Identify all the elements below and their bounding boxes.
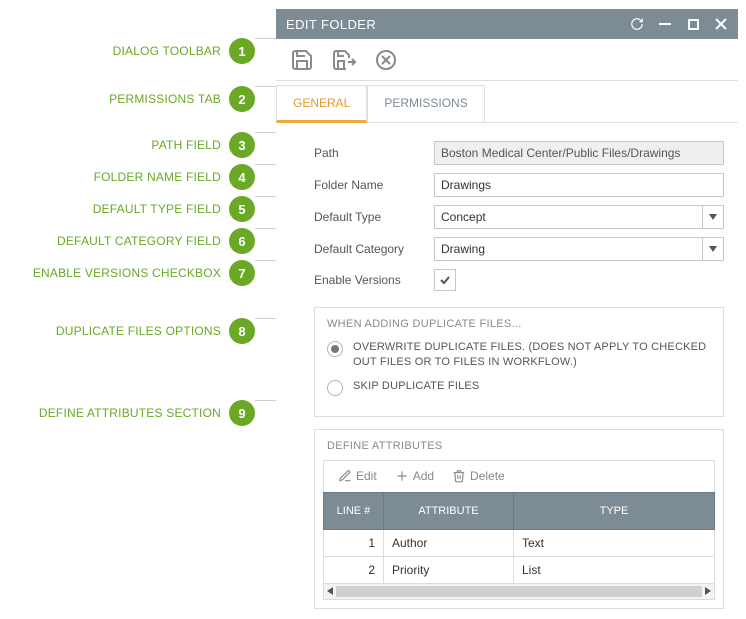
chevron-down-icon[interactable] <box>702 237 724 261</box>
save-close-icon[interactable] <box>330 46 358 74</box>
attributes-table: LINE # ATTRIBUTE TYPE 1 Author Text 2 <box>323 492 715 584</box>
define-attributes-title: DEFINE ATTRIBUTES <box>315 430 723 452</box>
chevron-down-icon[interactable] <box>702 205 724 229</box>
callout-badge: 7 <box>229 260 255 286</box>
default-type-value: Concept <box>434 205 702 229</box>
table-row[interactable]: 2 Priority List <box>324 556 715 583</box>
default-type-label: Default Type <box>314 210 428 224</box>
default-category-label: Default Category <box>314 242 428 256</box>
callout-label: DUPLICATE FILES OPTIONS <box>56 324 221 338</box>
callout-badge: 9 <box>229 400 255 426</box>
tab-general[interactable]: GENERAL <box>276 85 367 123</box>
radio-skip[interactable] <box>327 380 343 396</box>
cell-type: Text <box>514 529 715 556</box>
callout-label: PERMISSIONS TAB <box>109 92 221 106</box>
horizontal-scrollbar[interactable] <box>323 584 715 600</box>
path-field: Boston Medical Center/Public Files/Drawi… <box>434 141 724 165</box>
cell-type: List <box>514 556 715 583</box>
folder-name-label: Folder Name <box>314 178 428 192</box>
dialog-toolbar <box>276 39 738 81</box>
callout-badge: 4 <box>229 164 255 190</box>
enable-versions-label: Enable Versions <box>314 273 428 287</box>
callout-badge: 1 <box>229 38 255 64</box>
delete-label: Delete <box>470 469 505 483</box>
close-icon[interactable] <box>714 17 728 31</box>
edit-button[interactable]: Edit <box>332 467 383 485</box>
dialog-title: EDIT FOLDER <box>286 17 376 32</box>
add-button[interactable]: Add <box>389 467 440 485</box>
path-label: Path <box>314 146 428 160</box>
default-category-select[interactable]: Drawing <box>434 237 724 261</box>
scroll-left-icon[interactable] <box>324 584 336 599</box>
callout-label: DEFINE ATTRIBUTES SECTION <box>39 406 221 420</box>
radio-skip-label: SKIP DUPLICATE FILES <box>353 379 479 394</box>
attributes-toolbar: Edit Add Delete <box>323 460 715 492</box>
cell-attr: Author <box>384 529 514 556</box>
save-icon[interactable] <box>288 46 316 74</box>
tab-permissions[interactable]: PERMISSIONS <box>367 85 484 123</box>
duplicate-files-title: WHEN ADDING DUPLICATE FILES... <box>327 318 711 330</box>
maximize-icon[interactable] <box>686 17 700 31</box>
col-type: TYPE <box>514 492 715 529</box>
radio-overwrite[interactable] <box>327 341 343 357</box>
cell-attr: Priority <box>384 556 514 583</box>
col-line: LINE # <box>324 492 384 529</box>
callout-badge: 8 <box>229 318 255 344</box>
radio-overwrite-label: OVERWRITE DUPLICATE FILES. (DOES NOT APP… <box>353 340 711 371</box>
callout-label: DEFAULT TYPE FIELD <box>93 202 221 216</box>
callout-badge: 5 <box>229 196 255 222</box>
cancel-icon[interactable] <box>372 46 400 74</box>
callout-label: DEFAULT CATEGORY FIELD <box>57 234 221 248</box>
minimize-icon[interactable] <box>658 17 672 31</box>
callout-label: FOLDER NAME FIELD <box>94 170 221 184</box>
callout-label: DIALOG TOOLBAR <box>113 44 221 58</box>
cell-line: 2 <box>324 556 384 583</box>
callout-badge: 2 <box>229 86 255 112</box>
add-label: Add <box>413 469 434 483</box>
refresh-icon[interactable] <box>630 17 644 31</box>
edit-folder-dialog: EDIT FOLDER <box>276 9 738 619</box>
cell-line: 1 <box>324 529 384 556</box>
delete-button[interactable]: Delete <box>446 467 511 485</box>
tabs: GENERAL PERMISSIONS <box>276 85 738 123</box>
dialog-titlebar: EDIT FOLDER <box>276 9 738 39</box>
col-attribute: ATTRIBUTE <box>384 492 514 529</box>
callout-badge: 3 <box>229 132 255 158</box>
define-attributes-panel: DEFINE ATTRIBUTES Edit Add D <box>314 429 724 609</box>
default-category-value: Drawing <box>434 237 702 261</box>
default-type-select[interactable]: Concept <box>434 205 724 229</box>
table-row[interactable]: 1 Author Text <box>324 529 715 556</box>
duplicate-files-panel: WHEN ADDING DUPLICATE FILES... OVERWRITE… <box>314 307 724 417</box>
folder-name-input[interactable]: Drawings <box>434 173 724 197</box>
callout-label: PATH FIELD <box>151 138 221 152</box>
edit-label: Edit <box>356 469 377 483</box>
callout-label: ENABLE VERSIONS CHECKBOX <box>33 266 221 280</box>
callout-badge: 6 <box>229 228 255 254</box>
scroll-right-icon[interactable] <box>702 584 714 599</box>
enable-versions-checkbox[interactable] <box>434 269 456 291</box>
